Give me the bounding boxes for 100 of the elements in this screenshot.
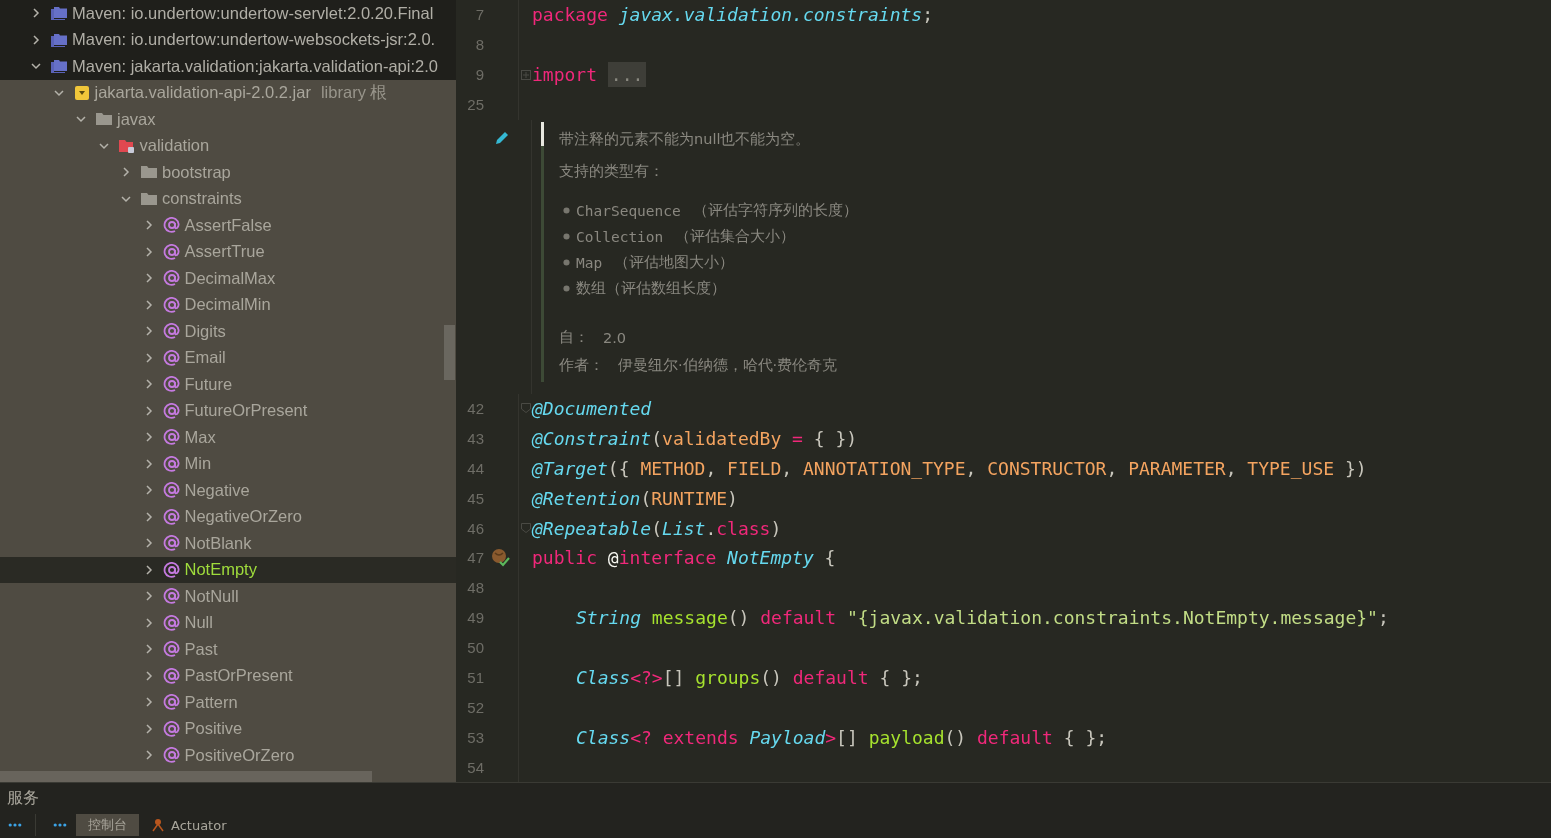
tree-item[interactable]: AssertFalse xyxy=(0,212,456,239)
tree-item-label: validation xyxy=(139,136,210,156)
line-number: 42 xyxy=(466,399,484,417)
tree-item[interactable]: javax xyxy=(0,106,456,133)
tree-item[interactable]: Negative xyxy=(0,477,456,504)
annotation-icon xyxy=(162,535,181,552)
actuator-icon xyxy=(151,818,165,832)
line-number: 46 xyxy=(466,519,484,537)
code-line: Class<?>[] groups() default { }; xyxy=(575,666,923,688)
annotation-icon xyxy=(162,694,181,711)
tree-item[interactable]: bootstrap xyxy=(0,159,456,186)
tree-item-label: AssertFalse xyxy=(184,215,272,235)
tree-item-label: Maven: io.undertow:undertow-servlet:2.0.20.Final xyxy=(72,3,434,23)
folder-icon xyxy=(117,137,136,154)
code-line: @Retention(RUNTIME) xyxy=(532,487,738,509)
tree-item[interactable]: Maven: io.undertow:undertow-servlet:2.0.20.Final xyxy=(0,0,456,27)
annotation-icon xyxy=(162,243,181,260)
tree-item[interactable]: Min xyxy=(0,450,456,477)
doc-tag-value: 2.0 xyxy=(603,329,627,346)
tree-item[interactable]: NotNull xyxy=(0,583,456,610)
code-line: String message() default "{javax.validation.constraints.NotEmpty.message}"; xyxy=(575,607,1389,629)
tree-item-label: NotBlank xyxy=(184,533,252,553)
tree-item-label: Null xyxy=(184,613,213,633)
more-icon[interactable] xyxy=(7,822,23,828)
bean-icon[interactable] xyxy=(491,547,511,568)
doc-text: （评估地图大小） xyxy=(614,253,735,273)
tree-item-label: NotEmpty xyxy=(184,560,257,580)
tree-item[interactable]: PositiveOrZero xyxy=(0,742,456,769)
scrollbar-thumb[interactable] xyxy=(0,771,372,782)
tree-item[interactable]: jakarta.validation-api-2.0.2.jar library 根 xyxy=(0,79,456,106)
tree-item[interactable]: Email xyxy=(0,344,456,371)
tree-item[interactable]: Pattern xyxy=(0,689,456,716)
folder-icon xyxy=(140,190,158,207)
tree-item-label: Email xyxy=(184,348,226,368)
tree-item-label: Maven: io.undertow:undertow-websockets-jsr:2.0. xyxy=(72,30,436,50)
annotation-icon xyxy=(162,429,181,446)
tree-item-label: Digits xyxy=(184,321,226,341)
tree-item[interactable]: AssertTrue xyxy=(0,238,456,265)
line-number: 7 xyxy=(474,6,484,24)
tree-item[interactable]: PastOrPresent xyxy=(0,662,456,689)
tree-item[interactable]: Maven: jakarta.validation:jakarta.validation-api:2.0 xyxy=(0,53,456,80)
line-number: 47 xyxy=(466,549,484,567)
line-number: 54 xyxy=(466,758,484,776)
line-number: 25 xyxy=(466,96,484,114)
tree-item[interactable]: DecimalMin xyxy=(0,291,456,318)
tree-item[interactable]: Maven: io.undertow:undertow-websockets-jsr:2.0. xyxy=(0,26,456,53)
doc-tag-label: 自： xyxy=(559,328,589,348)
chevron-icon[interactable] xyxy=(120,166,132,179)
code-line: package javax.validation.constraints; xyxy=(532,4,933,26)
tree-item-label: AssertTrue xyxy=(184,242,265,262)
line-number: 43 xyxy=(466,429,484,447)
tree-item[interactable]: NotBlank xyxy=(0,530,456,557)
tree-item[interactable]: Null xyxy=(0,609,456,636)
code-line: @Repeatable(List.class) xyxy=(532,517,782,539)
annotation-icon xyxy=(162,376,181,393)
tree-item-label: bootstrap xyxy=(162,162,231,182)
tree-item[interactable]: Past xyxy=(0,636,456,663)
code-line: @Constraint(validatedBy = { }) xyxy=(532,427,858,449)
panel-tab[interactable]: 控制台 xyxy=(76,814,139,836)
tree-item[interactable]: Max xyxy=(0,424,456,451)
tree-item[interactable]: Future xyxy=(0,371,456,398)
chevron-icon[interactable] xyxy=(30,33,42,46)
scrollbar-thumb[interactable] xyxy=(444,325,455,380)
doc-text: 数组（评估数组长度） xyxy=(576,279,726,299)
line-number: 50 xyxy=(466,639,484,657)
annotation-icon xyxy=(162,455,181,472)
bullet-icon xyxy=(563,207,570,215)
tree-item-label: NotNull xyxy=(184,586,239,606)
chevron-icon[interactable] xyxy=(30,7,42,20)
tree-item[interactable]: DecimalMax xyxy=(0,265,456,292)
annotation-icon xyxy=(162,482,181,499)
line-number: 44 xyxy=(466,459,484,477)
tree-item[interactable]: Digits xyxy=(0,318,456,345)
tree-item[interactable]: constraints xyxy=(0,185,456,212)
more-icon[interactable] xyxy=(52,822,68,828)
tree-item-label: constraints xyxy=(162,189,242,209)
doc-code: Collection xyxy=(576,228,664,245)
annotation-icon xyxy=(162,561,181,578)
tree-item-label: Max xyxy=(184,427,216,447)
annotation-icon xyxy=(162,641,181,658)
bullet-icon xyxy=(563,285,570,293)
annotation-icon xyxy=(162,747,181,764)
tree-item[interactable]: NotEmpty xyxy=(0,556,456,583)
tree-item-label: jakarta.validation-api-2.0.2.jar xyxy=(94,83,311,103)
pencil-icon[interactable] xyxy=(494,129,510,146)
doc-tag-value: 伊曼纽尔·伯纳德，哈代·费伦奇克 xyxy=(618,356,838,376)
tree-item-label: PositiveOrZero xyxy=(184,745,295,765)
annotation-icon xyxy=(162,667,181,684)
code-line: import ... xyxy=(532,64,647,86)
panel-tab[interactable]: Actuator xyxy=(139,814,239,836)
tree-item-label: Past xyxy=(184,639,218,659)
tree-item[interactable]: validation xyxy=(0,132,456,159)
line-number: 8 xyxy=(474,36,484,54)
tree-item[interactable]: Positive xyxy=(0,715,456,742)
line-number: 49 xyxy=(466,609,484,627)
tree-item[interactable]: FutureOrPresent xyxy=(0,397,456,424)
annotation-icon xyxy=(162,402,181,419)
tree-item[interactable]: NegativeOrZero xyxy=(0,503,456,530)
tree-item-label: Future xyxy=(184,374,233,394)
module-icon xyxy=(50,31,68,48)
